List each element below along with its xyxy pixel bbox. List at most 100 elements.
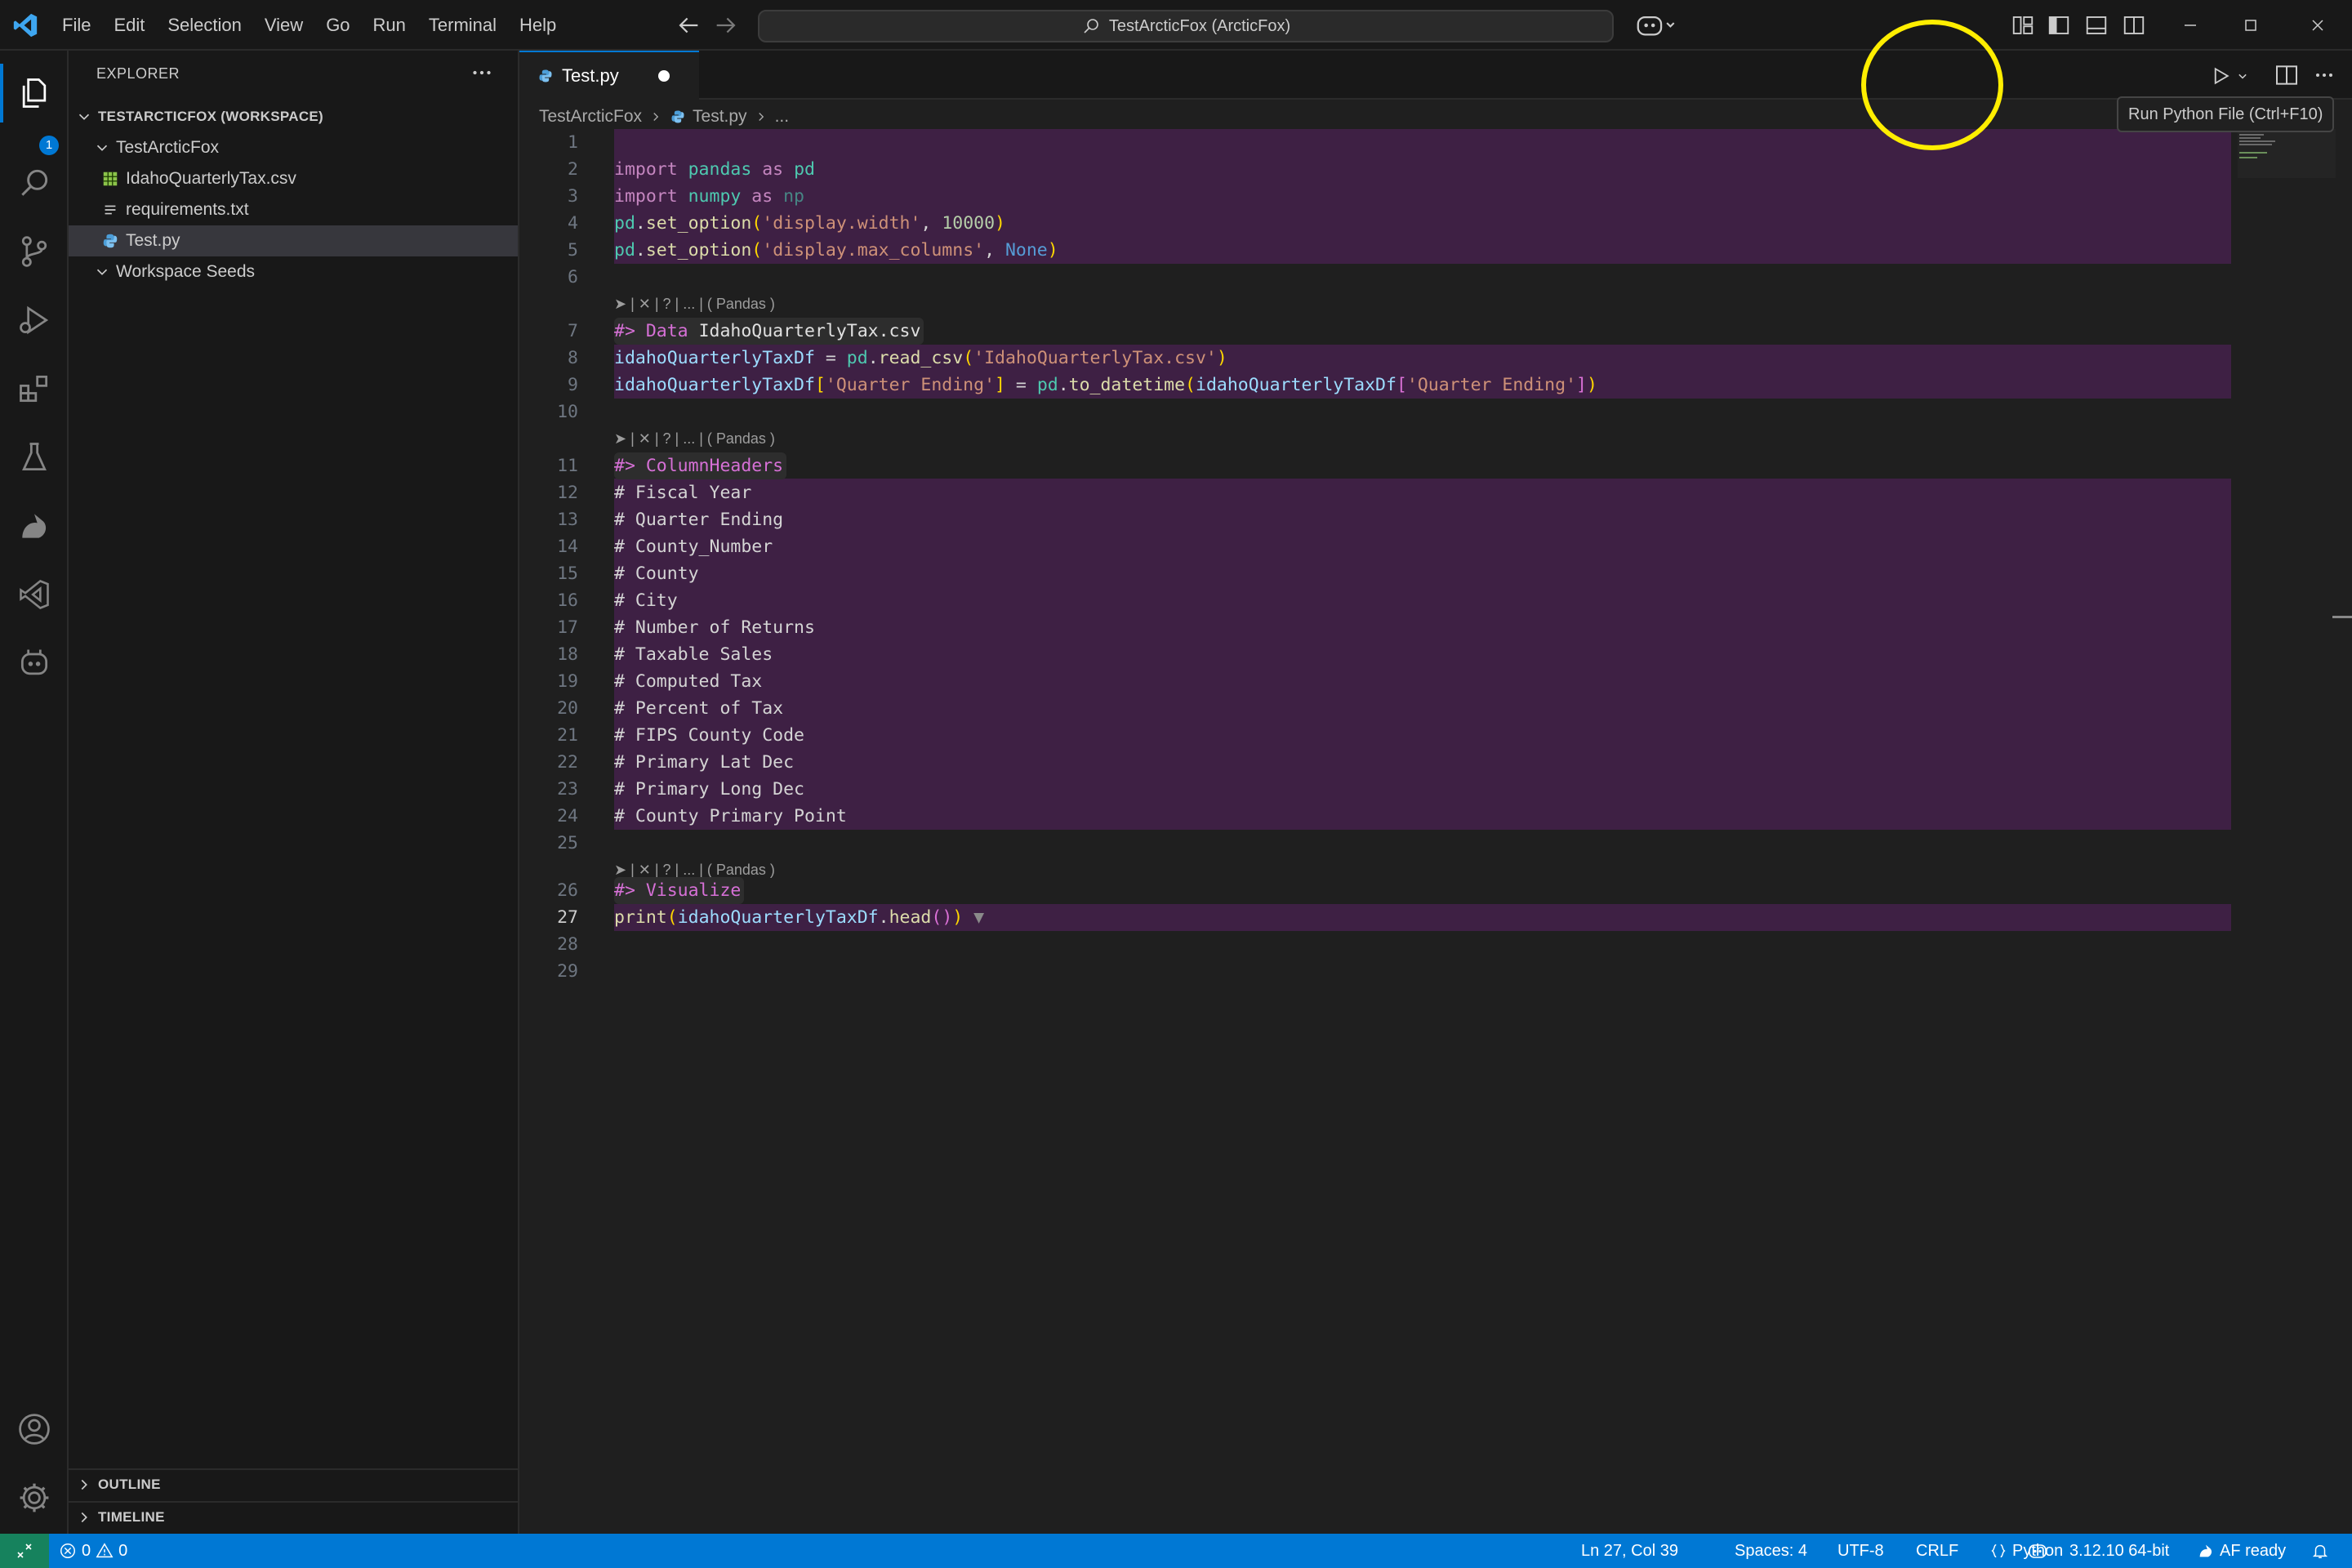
file-label: requirements.txt <box>126 200 249 219</box>
customize-layout-icon[interactable] <box>2011 13 2035 38</box>
folder-workspace-seeds[interactable]: Workspace Seeds <box>69 256 518 287</box>
run-debug-icon[interactable] <box>16 302 52 338</box>
toggle-primary-sidebar-icon[interactable] <box>2047 13 2071 38</box>
menu-go[interactable]: Go <box>314 0 361 51</box>
source-control-icon[interactable] <box>16 234 52 270</box>
menu-view[interactable]: View <box>253 0 314 51</box>
outline-label: OUTLINE <box>98 1477 161 1492</box>
search-icon[interactable] <box>16 165 52 201</box>
python-file-icon <box>671 110 684 123</box>
visual-studio-icon[interactable] <box>16 577 52 612</box>
text-file-icon <box>105 205 116 215</box>
menu-selection[interactable]: Selection <box>156 0 253 51</box>
code-line-current: 27 print(idahoQuarterlyTaxDf.head()) ▼ <box>557 907 985 928</box>
maximize-button[interactable] <box>2216 0 2285 51</box>
forward-arrow-icon[interactable] <box>712 11 740 39</box>
split-editor-icon[interactable] <box>2274 62 2300 88</box>
file-label: IdahoQuarterlyTax.csv <box>126 169 296 188</box>
command-center-text: TestArcticFox (ArcticFox) <box>1108 16 1291 35</box>
more-actions-icon[interactable] <box>2310 62 2339 88</box>
toggle-secondary-sidebar-icon[interactable] <box>2122 13 2146 38</box>
file-label: Test.py <box>126 231 180 250</box>
chevron-right-icon <box>758 113 764 121</box>
settings-gear-icon[interactable] <box>16 1480 52 1516</box>
maximize-icon <box>2245 20 2256 31</box>
chevron-down-icon[interactable] <box>2234 68 2251 84</box>
breadcrumb-symbol[interactable]: ... <box>775 107 790 127</box>
code-line: 26 #> Visualize <box>519 877 2300 904</box>
code-line: 10 <box>557 402 578 422</box>
chevron-right-icon <box>653 113 659 121</box>
tab-test-py[interactable]: Test.py <box>519 51 699 100</box>
codelens-actions[interactable]: ➤ | ✕ | ? | ... | ( Pandas ) <box>614 425 1022 452</box>
code-line: 1 <box>568 132 578 153</box>
breadcrumb-file[interactable]: Test.py <box>693 107 747 127</box>
chevron-down-icon <box>96 145 108 151</box>
menu-run[interactable]: Run <box>362 0 417 51</box>
python-interpreter[interactable]: 3.12.10 64-bit <box>2069 1534 2169 1568</box>
file-idahoquarterlytax-csv[interactable]: IdahoQuarterlyTax.csv <box>69 163 518 194</box>
code-line: 2 import pandas as pd <box>568 159 815 180</box>
menu-edit[interactable]: Edit <box>102 0 156 51</box>
minimize-button[interactable] <box>2156 0 2225 51</box>
code-line: 14 # County_Number <box>557 537 773 557</box>
code-line: 16 # City <box>557 590 678 611</box>
code-line: 15 # County <box>557 564 699 584</box>
activity-bar: 1 <box>0 51 69 1534</box>
more-actions-icon[interactable] <box>466 59 498 87</box>
testing-flask-icon[interactable] <box>16 439 52 475</box>
close-window-button[interactable] <box>2283 0 2352 51</box>
active-indicator <box>0 64 3 122</box>
breadcrumb-folder[interactable]: TestArcticFox <box>539 107 642 127</box>
code-line: 19 # Computed Tax <box>557 671 763 692</box>
editor-area: Test.py TestArcticFox Test.py ... 1 2 imp… <box>519 20 2352 1534</box>
code-line: 4 pd.set_option('display.width', 10000) <box>568 213 1005 234</box>
run-tooltip: Run Python File (Ctrl+F10) <box>2117 96 2335 132</box>
extensions-icon[interactable] <box>16 371 52 407</box>
arcticfox-status[interactable]: AF ready <box>2197 1534 2286 1568</box>
code-line: 5 pd.set_option('display.max_columns', No… <box>568 240 1058 261</box>
vscode-logo-icon[interactable] <box>11 11 39 39</box>
run-python-file-button[interactable] <box>2208 62 2261 90</box>
menu-terminal[interactable]: Terminal <box>417 0 508 51</box>
timeline-section[interactable]: TIMELINE <box>69 1501 518 1532</box>
toggle-panel-icon[interactable] <box>2084 13 2109 38</box>
codelens-actions[interactable]: ➤ | ✕ | ? | ... | ( Pandas ) <box>614 291 1022 318</box>
folder-label: TestArcticFox <box>116 138 220 157</box>
folder-testarcticfox[interactable]: TestArcticFox <box>69 132 518 163</box>
file-test-py[interactable]: Test.py <box>69 225 518 256</box>
copilot-button[interactable] <box>2027 1534 2050 1568</box>
code-line: 12 # Fiscal Year <box>557 483 752 503</box>
timeline-label: TIMELINE <box>98 1509 165 1525</box>
encoding[interactable]: UTF-8 <box>1838 1534 1884 1568</box>
end-of-line[interactable]: CRLF <box>1916 1534 1958 1568</box>
indentation[interactable]: Spaces: 4 <box>1735 1534 1807 1568</box>
notifications-button[interactable] <box>2311 1534 2329 1568</box>
arcticfox-icon <box>2199 1544 2212 1557</box>
problems-indicator[interactable]: 0 0 <box>59 1534 127 1568</box>
status-bar: 0 0 Ln 27, Col 39 Spaces: 4 UTF-8 CRLF P… <box>0 1534 2352 1568</box>
workspace-root[interactable]: TESTARCTICFOX (WORKSPACE) <box>69 101 518 132</box>
arcticfox-icon[interactable] <box>16 508 52 544</box>
copilot-icon[interactable] <box>1633 11 1677 39</box>
minimap[interactable] <box>2238 129 2336 292</box>
accounts-icon[interactable] <box>16 1411 52 1447</box>
chevron-down-icon <box>96 269 108 275</box>
remote-button[interactable] <box>0 1534 49 1568</box>
unsaved-dot-icon[interactable] <box>658 70 670 82</box>
copilot-chat-icon[interactable] <box>16 645 52 681</box>
outline-section[interactable]: OUTLINE <box>69 1468 518 1499</box>
code-line: 25 <box>557 833 578 853</box>
scrollbar-cursor-marker <box>2332 616 2352 618</box>
error-icon <box>60 1544 75 1558</box>
menu-help[interactable]: Help <box>508 0 568 51</box>
annotation-highlight-circle <box>1861 20 2003 150</box>
close-icon <box>2312 20 2323 31</box>
menu-file[interactable]: File <box>51 0 102 51</box>
command-center-search[interactable]: TestArcticFox (ArcticFox) <box>758 10 1614 42</box>
file-requirements-txt[interactable]: requirements.txt <box>69 194 518 225</box>
cursor-position[interactable]: Ln 27, Col 39 <box>1581 1534 1678 1568</box>
back-arrow-icon[interactable] <box>675 11 702 39</box>
bell-icon <box>2312 1544 2328 1558</box>
explorer-icon[interactable] <box>16 75 52 111</box>
